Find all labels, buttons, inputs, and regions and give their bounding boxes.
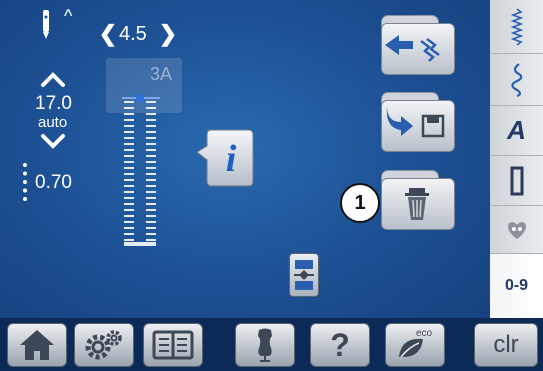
numbers-label: 0-9 bbox=[504, 277, 529, 294]
setup-button[interactable] bbox=[74, 323, 134, 367]
stitch-length-value: 17.0 bbox=[35, 93, 72, 114]
clear-label: clr bbox=[493, 331, 519, 358]
clear-button[interactable]: clr bbox=[474, 323, 538, 367]
sidebar-item-alphabets[interactable]: A bbox=[490, 106, 543, 156]
dress-form-icon bbox=[258, 328, 272, 362]
sidebar-item-buttonholes[interactable] bbox=[490, 156, 543, 206]
stitch-width-value: 4.5 bbox=[119, 23, 147, 45]
stitch-category-sidebar: A 0-9 bbox=[490, 0, 543, 318]
alphabet-label: A bbox=[507, 115, 526, 145]
help-button[interactable]: ? bbox=[310, 323, 370, 367]
width-increase-arrow[interactable]: ❯ bbox=[159, 21, 177, 46]
center-stitch-icon bbox=[294, 260, 314, 290]
zigzag-icon bbox=[510, 7, 523, 46]
info-icon: i bbox=[225, 138, 237, 180]
gear-icon bbox=[85, 330, 122, 360]
eco-button[interactable]: eco bbox=[385, 323, 445, 367]
trash-icon bbox=[405, 188, 429, 220]
info-button[interactable]: i bbox=[195, 126, 255, 188]
load-stitch-button[interactable] bbox=[381, 15, 455, 75]
callout-badge: 1 bbox=[340, 183, 380, 223]
help-icon: ? bbox=[330, 326, 350, 363]
load-arrow-icon bbox=[385, 35, 440, 62]
buttonhole-icon bbox=[510, 166, 523, 195]
book-icon bbox=[152, 330, 194, 360]
save-disk-icon bbox=[386, 106, 445, 138]
stitch-position-button[interactable] bbox=[289, 253, 319, 297]
needle-position-icon[interactable] bbox=[38, 8, 64, 42]
home-button[interactable] bbox=[7, 323, 67, 367]
callout-number: 1 bbox=[354, 191, 366, 214]
length-decrease-arrow[interactable] bbox=[40, 133, 66, 149]
buttonhole-stitch-preview-icon bbox=[122, 94, 160, 246]
sidebar-item-personal-program[interactable] bbox=[490, 206, 543, 254]
sidebar-item-practical-stitches[interactable] bbox=[490, 0, 543, 54]
eco-label: eco bbox=[416, 328, 433, 339]
sewing-consultant-button[interactable] bbox=[235, 323, 295, 367]
sewing-machine-screen: ^ ❮ 4.5 ❯ 17.0 auto 0.70 3A i 1 A 0-9 ? … bbox=[0, 0, 543, 371]
sidebar-item-numbers[interactable]: 0-9 bbox=[490, 254, 543, 318]
sidebar-item-decorative-stitches[interactable] bbox=[490, 54, 543, 106]
home-icon bbox=[20, 330, 54, 360]
decorative-stitch-icon bbox=[510, 62, 522, 97]
stitch-preview-area[interactable]: 3A bbox=[106, 58, 182, 258]
length-increase-arrow[interactable] bbox=[40, 72, 66, 88]
heart-icon bbox=[507, 221, 526, 239]
tutorial-button[interactable] bbox=[143, 323, 203, 367]
balance-value: 0.70 bbox=[35, 172, 72, 193]
delete-stitch-button[interactable] bbox=[381, 170, 455, 230]
needle-stop-caret: ^ bbox=[64, 6, 73, 26]
width-decrease-arrow[interactable]: ❮ bbox=[99, 21, 117, 46]
save-stitch-button[interactable] bbox=[381, 92, 455, 152]
stitch-length-mode: auto bbox=[38, 114, 68, 131]
balance-indicator-icon bbox=[23, 163, 31, 201]
